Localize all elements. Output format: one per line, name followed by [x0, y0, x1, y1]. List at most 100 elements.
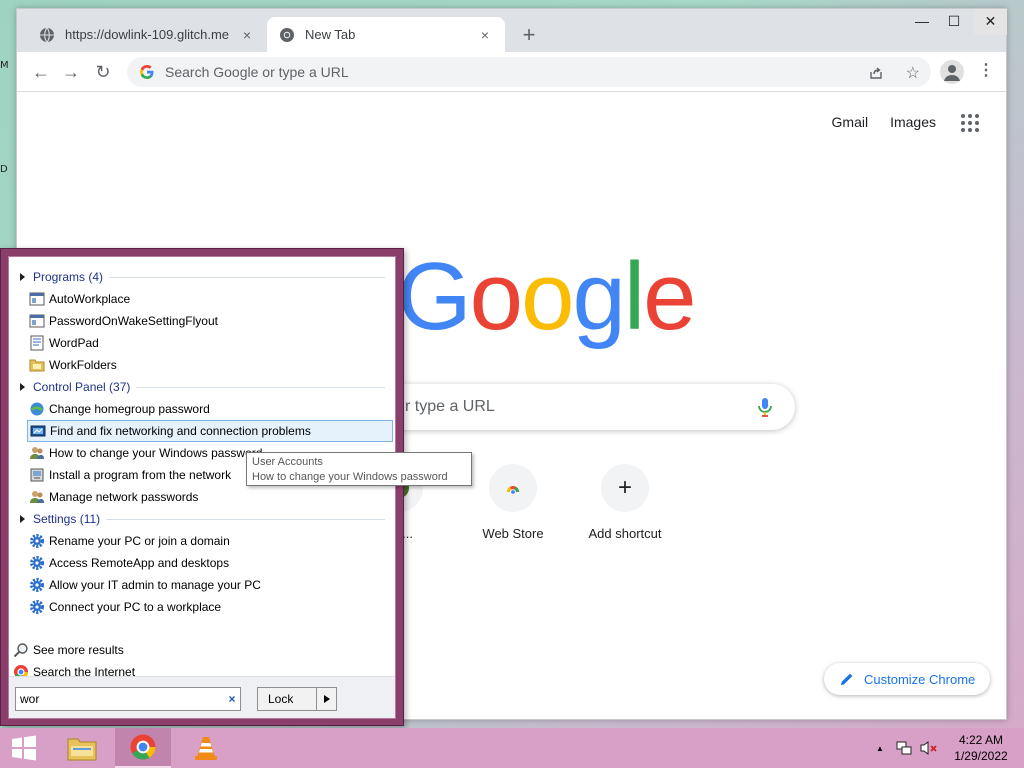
- folder-icon: [67, 738, 97, 761]
- tab-dowlink[interactable]: https://dowlink-109.glitch.me ×: [27, 17, 267, 52]
- shortcut-web-store[interactable]: Web Store: [457, 464, 569, 541]
- result-item[interactable]: Allow your IT admin to manage your PC: [27, 574, 393, 596]
- folder-icon: [29, 359, 45, 372]
- clock-date: 1/29/2022: [954, 749, 1008, 763]
- result-label: Change homegroup password: [49, 402, 210, 416]
- divider: [136, 386, 385, 388]
- result-item[interactable]: Access RemoteApp and desktops: [27, 552, 393, 574]
- back-button[interactable]: ←: [29, 60, 53, 84]
- minimize-button[interactable]: —: [906, 9, 938, 35]
- result-label: PasswordOnWakeSettingFlyout: [49, 314, 218, 328]
- app-window-icon: [29, 314, 45, 328]
- logo-letter: o: [521, 243, 574, 350]
- microphone-icon[interactable]: [753, 395, 777, 419]
- network-icon[interactable]: [896, 740, 912, 756]
- taskbar-clock[interactable]: 4:22 AM 1/29/2022: [946, 732, 1016, 764]
- person-icon: [944, 65, 960, 81]
- clock-time: 4:22 AM: [958, 733, 1004, 747]
- chrome-menu-button[interactable]: ⋮: [978, 60, 994, 84]
- section-programs[interactable]: Programs (4): [17, 268, 385, 286]
- logo-letter: o: [469, 243, 523, 350]
- gear-icon: [30, 534, 44, 548]
- result-label: AutoWorkplace: [49, 292, 131, 306]
- reload-button[interactable]: ↻: [91, 60, 115, 84]
- taskbar: ▲ 4:22 AM 1/29/2022: [0, 728, 1024, 768]
- start-search-value: wor: [20, 692, 40, 706]
- divider: [109, 276, 385, 278]
- logo-letter: e: [643, 243, 696, 350]
- result-item[interactable]: PasswordOnWakeSettingFlyout: [27, 310, 393, 332]
- start-search-input[interactable]: wor ×: [15, 687, 241, 711]
- result-label: How to change your Windows password: [49, 446, 263, 460]
- gear-icon: [30, 600, 44, 614]
- start-button[interactable]: [0, 728, 48, 768]
- result-item[interactable]: AutoWorkplace: [27, 288, 393, 310]
- windows-logo-icon: [12, 735, 36, 761]
- profile-avatar[interactable]: [940, 60, 964, 84]
- gmail-link[interactable]: Gmail: [832, 114, 869, 130]
- images-link[interactable]: Images: [890, 114, 936, 130]
- google-apps-icon[interactable]: [960, 113, 980, 133]
- result-label: Access RemoteApp and desktops: [49, 556, 230, 570]
- maximize-button[interactable]: ☐: [938, 9, 970, 35]
- wordpad-icon: [30, 335, 44, 351]
- section-label: Programs (4): [33, 270, 104, 284]
- tooltip: User Accounts How to change your Windows…: [246, 452, 472, 486]
- clear-search-icon[interactable]: ×: [224, 692, 240, 706]
- result-item[interactable]: Manage network passwords: [27, 486, 393, 508]
- see-more-results-link[interactable]: See more results: [13, 640, 124, 660]
- result-item-selected[interactable]: Find and fix networking and connection p…: [27, 420, 393, 442]
- expand-triangle-icon: [20, 273, 25, 281]
- logo-letter: l: [623, 243, 645, 350]
- desktop-icon-stub[interactable]: M: [0, 60, 12, 74]
- tab-new-tab[interactable]: New Tab ×: [267, 17, 505, 52]
- tab-close-button[interactable]: ×: [477, 27, 493, 43]
- ntp-search-placeholder: r type a URL: [405, 398, 495, 415]
- omnibox[interactable]: Search Google or type a URL: [127, 57, 931, 87]
- tooltip-title: User Accounts: [252, 456, 323, 468]
- tab-title: New Tab: [305, 27, 356, 42]
- section-control-panel[interactable]: Control Panel (37): [17, 378, 385, 396]
- result-item[interactable]: Connect your PC to a workplace: [27, 596, 393, 618]
- chrome-icon: [130, 734, 156, 760]
- customize-label: Customize Chrome: [864, 671, 976, 687]
- power-options-arrow[interactable]: [316, 688, 336, 710]
- ntp-top-links: Gmail Images: [832, 114, 936, 130]
- plus-icon: +: [601, 464, 649, 512]
- google-g-icon: [140, 65, 154, 79]
- show-hidden-icons-button[interactable]: ▲: [876, 744, 884, 753]
- tooltip-body: How to change your Windows password: [252, 471, 448, 483]
- gear-icon: [30, 556, 44, 570]
- result-item[interactable]: WorkFolders: [27, 354, 393, 376]
- taskbar-chrome[interactable]: [115, 728, 171, 768]
- taskbar-file-explorer[interactable]: [54, 728, 110, 768]
- tab-close-button[interactable]: ×: [239, 27, 255, 43]
- user-accounts-icon: [30, 447, 44, 459]
- network-troubleshoot-icon: [30, 425, 46, 437]
- omnibox-placeholder: Search Google or type a URL: [165, 64, 349, 80]
- homegroup-icon: [30, 402, 44, 416]
- result-label: Rename your PC or join a domain: [49, 534, 230, 548]
- new-tab-button[interactable]: +: [517, 24, 541, 48]
- result-item[interactable]: Change homegroup password: [27, 398, 393, 420]
- section-settings[interactable]: Settings (11): [17, 510, 385, 528]
- add-shortcut-button[interactable]: + Add shortcut: [569, 464, 681, 541]
- install-program-icon: [30, 468, 44, 482]
- result-label: Allow your IT admin to manage your PC: [49, 578, 261, 592]
- result-item[interactable]: Rename your PC or join a domain: [27, 530, 393, 552]
- desktop-icon-stub[interactable]: D: [0, 164, 12, 178]
- bookmark-star-icon[interactable]: ☆: [906, 63, 920, 83]
- result-item[interactable]: WordPad: [27, 332, 393, 354]
- result-label: WorkFolders: [49, 358, 117, 372]
- share-icon[interactable]: [868, 65, 884, 81]
- customize-chrome-button[interactable]: Customize Chrome: [824, 663, 990, 695]
- speaker-muted-icon[interactable]: [920, 740, 938, 756]
- result-label: Connect your PC to a workplace: [49, 600, 222, 614]
- globe-icon: [40, 27, 54, 42]
- close-window-button[interactable]: ✕: [974, 9, 1007, 35]
- forward-button[interactable]: →: [59, 60, 83, 84]
- taskbar-vlc[interactable]: [178, 728, 234, 768]
- lock-button[interactable]: Lock: [257, 687, 337, 711]
- ntp-search-box[interactable]: r type a URL: [357, 384, 795, 430]
- vlc-cone-icon: [195, 737, 217, 760]
